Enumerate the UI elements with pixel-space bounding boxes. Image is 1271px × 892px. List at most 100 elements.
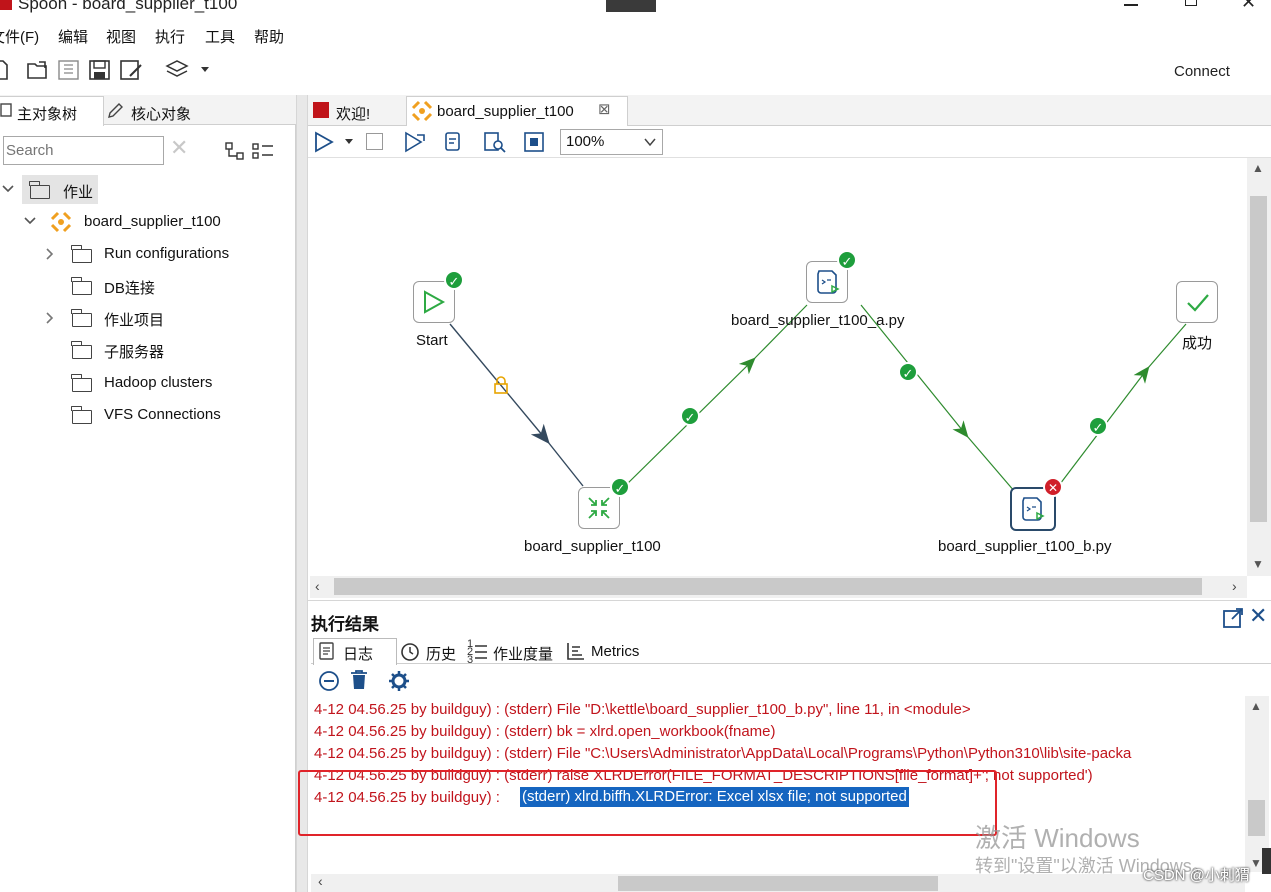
tab-welcome-label: 欢迎! (336, 106, 371, 123)
folder-icon (71, 406, 92, 424)
annotation-box (298, 770, 997, 836)
settings-gear-icon[interactable] (388, 670, 410, 692)
menu-tools[interactable]: 工具 (205, 26, 235, 47)
tab-history[interactable]: 历史 (426, 643, 456, 664)
chevron-down-icon[interactable] (2, 184, 14, 194)
tree-item-db-connections[interactable]: DB连接 (104, 277, 155, 298)
tab-metrics[interactable]: Metrics (591, 643, 639, 660)
open-file-icon[interactable] (27, 60, 49, 80)
close-panel-icon[interactable]: ✕ (1249, 603, 1267, 629)
list-lines-icon (475, 645, 487, 659)
scroll-right-icon[interactable]: › (1232, 578, 1237, 594)
save-icon[interactable] (89, 60, 111, 80)
tab-main-object-tree-label: 主对象树 (17, 106, 78, 123)
status-ok-icon: ✓ (610, 477, 630, 497)
csdn-watermark: CSDN @小刺猬 (1143, 867, 1250, 884)
new-file-icon[interactable] (0, 60, 8, 80)
menu-file[interactable]: 文件(F) (0, 26, 39, 47)
start-icon (424, 290, 446, 314)
scroll-up-icon[interactable]: ▲ (1250, 699, 1262, 713)
scroll-left-icon[interactable]: ‹ (318, 873, 323, 889)
job-entry-icon (588, 497, 610, 519)
explore-repository-icon[interactable] (58, 60, 80, 80)
stop-icon[interactable] (366, 133, 383, 150)
log-line: 4-12 04.56.25 by buildguy) : (stderr) bk… (314, 723, 776, 740)
tree-item-vfs-connections[interactable]: VFS Connections (104, 406, 221, 423)
folder-icon (71, 245, 92, 263)
scroll-down-icon[interactable]: ▼ (1252, 557, 1264, 571)
tree-item-job-entries[interactable]: 作业项目 (104, 309, 164, 330)
expand-all-icon[interactable] (225, 142, 245, 160)
close-icon[interactable]: ✕ (1241, 0, 1256, 13)
canvas-vscroll-thumb[interactable] (1250, 196, 1267, 522)
minimize-icon[interactable] (1124, 4, 1138, 6)
script-icon (1022, 497, 1045, 521)
chevron-down-icon[interactable] (200, 66, 210, 74)
menu-help[interactable]: 帮助 (254, 26, 284, 47)
hop-ok-icon: ✓ (1088, 416, 1108, 436)
history-icon (401, 643, 419, 661)
collapse-ribbon-button[interactable] (606, 0, 656, 12)
node-py-a-label: board_supplier_t100_a.py (731, 312, 905, 329)
tree-tab-icon (0, 103, 12, 117)
node-success-label: 成功 (1182, 335, 1213, 352)
window-title: Spoon - board_supplier_t100 (18, 0, 238, 13)
chevron-down-icon[interactable] (24, 216, 36, 226)
tree-item-hadoop-clusters[interactable]: Hadoop clusters (104, 374, 212, 391)
tab-log-label: 日志 (343, 646, 374, 663)
tree-item-run-configurations[interactable]: Run configurations (104, 245, 229, 262)
status-error-icon: ✕ (1043, 477, 1063, 497)
hops-layer (449, 304, 1187, 493)
tree-item-jobs[interactable]: 作业 (63, 181, 93, 202)
menu-edit[interactable]: 编辑 (58, 26, 88, 47)
log-line: 4-12 04.56.25 by buildguy) : (stderr) Fi… (314, 745, 1132, 762)
menu-view[interactable]: 视图 (106, 26, 136, 47)
clear-log-icon[interactable] (318, 670, 340, 692)
checkmark-icon (1187, 294, 1209, 312)
tree-item-job[interactable]: board_supplier_t100 (84, 213, 221, 230)
canvas-hscroll-thumb[interactable] (334, 578, 1202, 595)
log-vscroll-thumb[interactable] (1248, 800, 1265, 836)
hop-ok-icon: ✓ (680, 406, 700, 426)
collapse-all-icon[interactable] (252, 142, 274, 160)
lock-icon (494, 376, 508, 394)
log-hscroll-thumb[interactable] (618, 876, 938, 891)
maximize-icon[interactable] (1185, 0, 1197, 6)
job-icon (411, 100, 433, 122)
tab-job-metrics[interactable]: 作业度量 (493, 643, 553, 664)
folder-icon (71, 374, 92, 392)
maximize-panel-icon[interactable] (1222, 607, 1244, 629)
results-title: 执行结果 (311, 615, 379, 634)
scroll-left-icon[interactable]: ‹ (315, 578, 320, 594)
status-ok-icon: ✓ (444, 270, 464, 290)
menu-run[interactable]: 执行 (155, 26, 185, 47)
scroll-down-icon[interactable]: ▼ (1250, 856, 1262, 870)
verify-icon[interactable] (442, 131, 464, 153)
perspective-icon[interactable] (164, 59, 190, 81)
chevron-down-icon[interactable] (644, 138, 656, 147)
search-field[interactable] (6, 140, 156, 160)
connect-button[interactable]: Connect (1174, 63, 1230, 80)
node-job-label: board_supplier_t100 (524, 538, 661, 555)
close-tab-icon[interactable]: ⊠ (598, 100, 611, 118)
chevron-right-icon[interactable] (45, 248, 55, 260)
zoom-value: 100% (566, 133, 605, 150)
folder-icon (29, 181, 50, 199)
replay-icon[interactable] (403, 131, 427, 153)
save-as-icon[interactable] (120, 60, 144, 80)
tab-core-objects[interactable]: 核心对象 (131, 103, 191, 124)
script-icon (817, 270, 840, 294)
scroll-up-icon[interactable]: ▲ (1252, 161, 1264, 175)
chevron-down-icon[interactable] (344, 138, 354, 146)
log-vscrollbar[interactable] (1245, 696, 1269, 872)
sql-icon[interactable] (483, 131, 507, 153)
folder-icon (71, 341, 92, 359)
hop-ok-icon: ✓ (898, 362, 918, 382)
zoom-fit-icon[interactable] (523, 131, 545, 153)
menu-bar (0, 20, 1271, 48)
trash-icon[interactable] (349, 669, 369, 691)
run-icon[interactable] (313, 131, 335, 153)
chevron-right-icon[interactable] (45, 312, 55, 324)
tree-item-slave-servers[interactable]: 子服务器 (104, 341, 164, 362)
clear-search-icon[interactable]: ✕ (170, 135, 188, 161)
